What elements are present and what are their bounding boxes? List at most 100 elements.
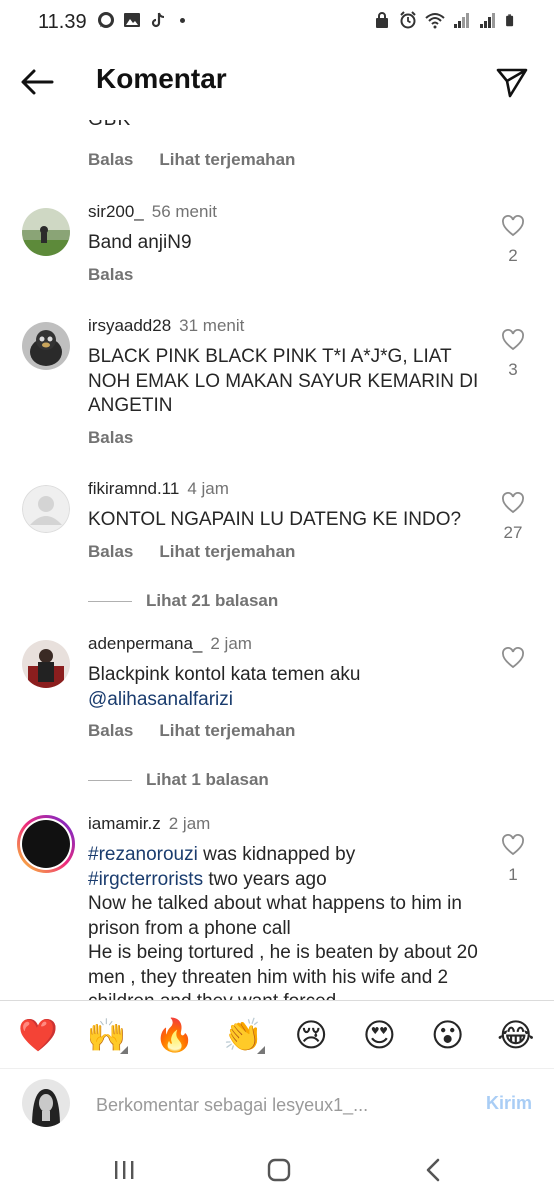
comment-actions: Balas <box>88 428 133 448</box>
comment-text: KONTOL NGAPAIN LU DATENG KE INDO? <box>88 509 462 530</box>
skin-tone-indicator <box>120 1045 129 1054</box>
reply-button[interactable]: Balas <box>88 428 133 448</box>
like-button[interactable] <box>498 647 528 674</box>
comment-header: adenpermana_ 2 jam <box>88 634 252 654</box>
comment-actions: Balas Lihat terjemahan <box>88 721 295 741</box>
emoji-crying-button[interactable]: 😢 <box>289 1016 333 1054</box>
divider-line <box>88 779 132 781</box>
like-count: 27 <box>503 523 523 542</box>
like-button[interactable]: 3 <box>498 329 528 380</box>
username[interactable]: iamamir.z <box>88 814 161 833</box>
signal-icon-1 <box>454 13 469 28</box>
emoji-quick-bar: ❤️ 🙌 🔥 👏 😢 😍 😮 😂 <box>0 1000 554 1068</box>
hashtag-link[interactable]: #rezanorouzi <box>88 844 198 865</box>
heart-icon <box>502 215 524 237</box>
status-bar: 11.39 <box>0 0 554 44</box>
heart-icon <box>502 647 524 669</box>
reply-button[interactable]: Balas <box>88 265 133 285</box>
timestamp: 4 jam <box>187 479 229 498</box>
divider-line <box>88 600 132 602</box>
emoji-clap-button[interactable]: 👏 <box>221 1016 265 1054</box>
comment-input[interactable] <box>96 1091 426 1119</box>
username[interactable]: sir200_ <box>88 202 144 221</box>
reply-button[interactable]: Balas <box>88 542 133 562</box>
comment-header: fikiramnd.11 4 jam <box>88 479 229 499</box>
tiktok-icon <box>151 12 165 28</box>
hashtag-link[interactable]: #irgcterrorists <box>88 869 203 890</box>
view-replies-button[interactable]: Lihat 21 balasan <box>88 591 278 611</box>
user-mention-link[interactable]: @alihasanalfarizi <box>88 689 233 710</box>
like-count: 3 <box>508 360 518 379</box>
comment-header: irsyaadd28 31 menit <box>88 316 244 336</box>
comment-text: Band anjiN9 <box>88 232 192 253</box>
like-button[interactable]: 1 <box>498 834 528 885</box>
view-replies-button[interactable]: Lihat 1 balasan <box>88 770 269 790</box>
skin-tone-indicator <box>256 1045 265 1054</box>
gallery-icon <box>124 13 140 27</box>
timestamp: 2 jam <box>210 634 252 653</box>
username[interactable]: irsyaadd28 <box>88 316 171 335</box>
header: Komentar <box>0 44 554 120</box>
back-arrow-icon[interactable] <box>18 64 58 100</box>
translate-button[interactable]: Lihat terjemahan <box>159 542 295 562</box>
comment-header: sir200_ 56 menit <box>88 202 217 222</box>
comment-text: #rezanorouzi was kidnapped by #irgcterro… <box>88 843 483 1000</box>
avatar[interactable] <box>22 640 70 688</box>
avatar[interactable] <box>22 208 70 256</box>
lock-icon <box>376 12 388 28</box>
alarm-icon <box>400 11 416 29</box>
emoji-fire-button[interactable]: 🔥 <box>153 1016 197 1054</box>
previous-comment-actions: Balas Lihat terjemahan <box>88 150 295 170</box>
more-notifications-dot <box>180 17 185 23</box>
emoji-laughing-button[interactable]: 😂 <box>494 1016 538 1054</box>
comment-text-part: He is being tortured , he is beaten by a… <box>88 942 478 1000</box>
view-replies-label: Lihat 21 balasan <box>146 591 279 610</box>
home-icon[interactable] <box>259 1154 299 1186</box>
reply-button[interactable]: Balas <box>88 721 133 741</box>
whatsapp-icon <box>98 12 114 28</box>
comment-text: Blackpink kontol kata temen aku @alihasa… <box>88 663 483 712</box>
view-replies-label: Lihat 1 balasan <box>146 770 269 789</box>
comment-text-part: was kidnapped by <box>197 844 356 865</box>
username[interactable]: fikiramnd.11 <box>88 479 179 498</box>
comment-actions: Balas <box>88 265 133 285</box>
status-time: 11.39 <box>38 11 87 33</box>
comment-text-content: Blackpink kontol kata temen aku <box>88 664 361 685</box>
back-icon[interactable] <box>414 1154 454 1186</box>
system-nav-bar <box>0 1140 554 1200</box>
my-avatar <box>22 1079 70 1127</box>
heart-icon <box>502 329 524 351</box>
notification-icons <box>96 10 185 30</box>
timestamp: 31 menit <box>179 316 245 335</box>
recent-apps-icon[interactable] <box>104 1154 144 1186</box>
battery-icon <box>506 14 514 27</box>
emoji-surprised-button[interactable]: 😮 <box>426 1016 470 1054</box>
emoji-raised-hands-button[interactable]: 🙌 <box>84 1016 129 1054</box>
avatar[interactable] <box>22 322 70 370</box>
like-button[interactable]: 2 <box>498 215 528 266</box>
post-button[interactable]: Kirim <box>486 1093 532 1114</box>
comment-text: BLACK PINK BLACK PINK T*I A*J*G, LIAT NO… <box>88 346 479 416</box>
comment-list[interactable]: GBK Balas Lihat terjemahan sir200_ 56 men… <box>0 110 554 1000</box>
username[interactable]: adenpermana_ <box>88 634 202 653</box>
like-count: 2 <box>508 246 518 265</box>
timestamp: 56 menit <box>151 202 217 221</box>
comment-text-part: Now he talked about what happens to him … <box>88 893 462 939</box>
heart-icon <box>502 492 524 514</box>
avatar[interactable] <box>22 485 70 533</box>
page-title: Komentar <box>96 63 227 94</box>
signal-icon-2 <box>480 13 495 28</box>
translate-button[interactable]: Lihat terjemahan <box>159 150 295 170</box>
avatar-with-story-ring[interactable] <box>17 815 75 873</box>
emoji-heart-eyes-button[interactable]: 😍 <box>357 1016 401 1054</box>
heart-icon <box>502 834 524 856</box>
like-button[interactable]: 27 <box>498 492 528 543</box>
reply-button[interactable]: Balas <box>88 150 133 170</box>
send-icon[interactable] <box>494 64 530 100</box>
comment-actions: Balas Lihat terjemahan <box>88 542 295 562</box>
wifi-icon <box>425 13 445 29</box>
translate-button[interactable]: Lihat terjemahan <box>159 721 295 741</box>
emoji-heart-button[interactable]: ❤️ <box>16 1016 60 1054</box>
comment-composer: Kirim <box>0 1068 554 1140</box>
timestamp: 2 jam <box>168 814 211 833</box>
